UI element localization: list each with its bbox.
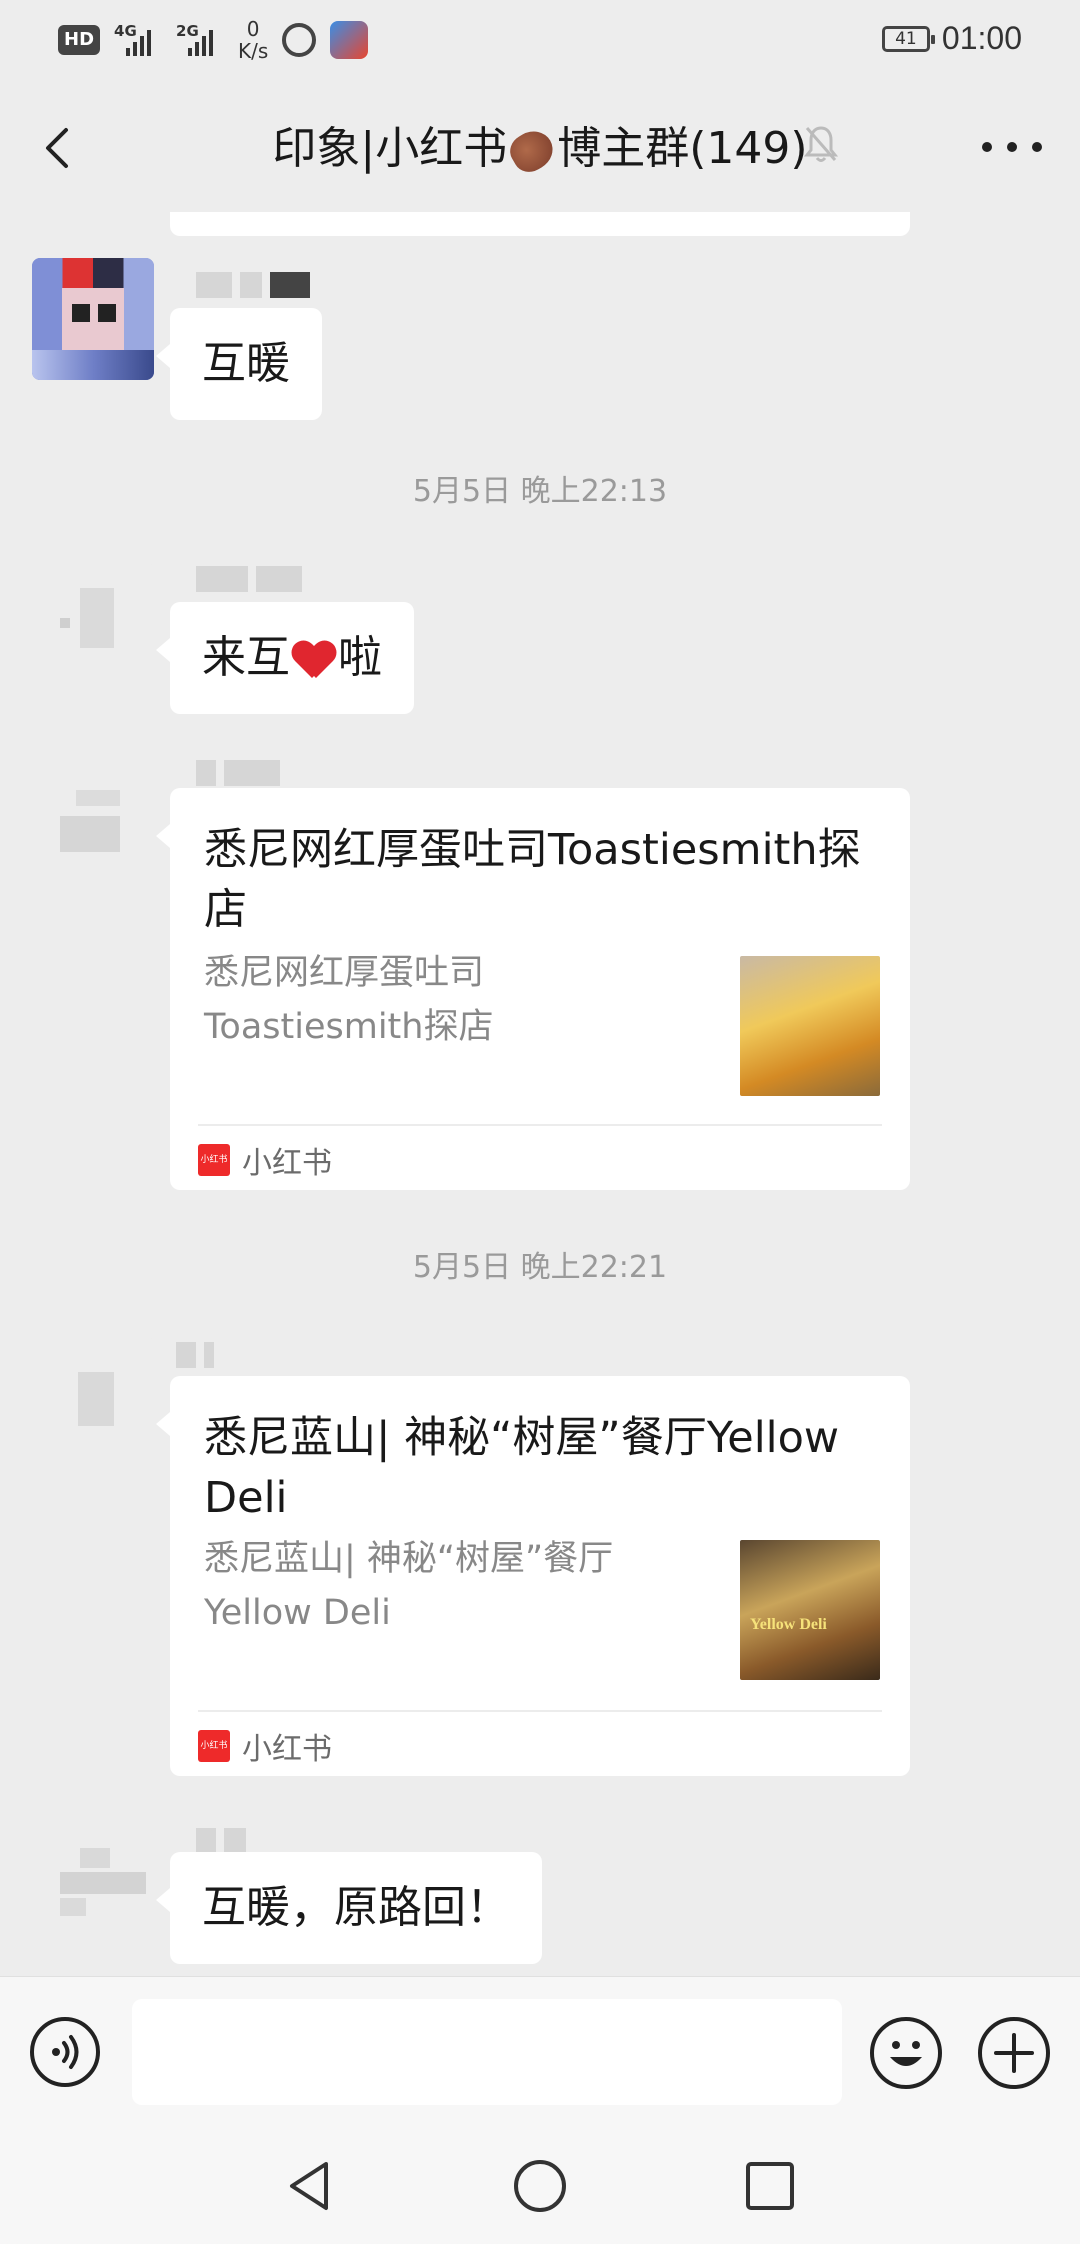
avatar[interactable] [32,258,154,380]
card-thumbnail: Yellow Deli [740,1540,880,1680]
chat-messages[interactable]: 互暖 5月5日 晚上22:13 来互啦 悉尼网红厚蛋吐司Toastiesmith… [0,212,1080,1976]
sweet-potato-emoji [504,124,560,178]
card-source: 小红书 小红书 [198,1138,332,1182]
status-right: 41 01:00 [881,20,1022,57]
status-left: HD 4G 2G 0 K/s [58,17,369,63]
emoji-icon[interactable] [870,2017,942,2089]
nav-home-icon[interactable] [510,2156,570,2216]
avatar[interactable] [32,562,154,684]
status-bar: HD 4G 2G 0 K/s 41 01:00 [0,0,1080,84]
mute-bell-icon [804,126,838,162]
signal-4g-icon: 4G [114,20,162,60]
nav-back-icon[interactable] [280,2156,340,2216]
card-description: 悉尼蓝山| 神秘“树屋”餐厅 Yellow Deli [204,1539,614,1633]
sender-name-redacted [196,272,310,298]
sender-name-redacted [196,566,302,592]
card-divider [198,1124,882,1126]
sender-name-redacted [176,1342,214,1368]
card-divider [198,1710,882,1712]
app-notification-icon [330,21,369,59]
avatar[interactable] [32,1828,154,1950]
voice-input-icon[interactable] [30,2017,100,2087]
timestamp: 5月5日 晚上22:13 [412,474,668,509]
message-bubble[interactable]: 来互啦 [156,602,414,714]
message-bubble[interactable]: 互暖 [156,308,322,420]
clock: 01:00 [941,20,1022,56]
card-source: 小红书 小红书 [198,1724,332,1768]
timestamp: 5月5日 晚上22:21 [412,1250,668,1285]
nav-recents-icon[interactable] [740,2156,800,2216]
card-title: 悉尼蓝山| 神秘“树屋”餐厅Yellow Deli [204,1413,840,1523]
shared-link-card[interactable]: 悉尼蓝山| 神秘“树屋”餐厅Yellow Deli 悉尼蓝山| 神秘“树屋”餐厅… [156,1376,910,1776]
card-thumbnail [740,956,880,1096]
previous-message-bubble [170,212,910,236]
heart-emoji [292,640,336,680]
avatar[interactable] [32,1336,154,1458]
card-description: 悉尼网红厚蛋吐司 Toastiesmith探店 [204,953,494,1047]
more-options-icon[interactable] [982,142,1042,156]
card-title: 悉尼网红厚蛋吐司Toastiesmith探店 [204,825,861,935]
sender-name-redacted [196,1828,246,1854]
network-speed: 0 K/s [238,17,269,63]
xiaohongshu-logo-icon: 小红书 [198,1730,230,1762]
sender-name-redacted [196,760,280,786]
message-input[interactable] [132,1999,842,2105]
avatar[interactable] [32,760,154,882]
chat-header: 印象|小红书 博主群(149) [0,84,1080,212]
input-bar [0,1976,1080,2127]
hand-stop-icon [282,23,317,57]
message-bubble[interactable]: 互暖，原路回！ [156,1852,542,1964]
shared-link-card[interactable]: 悉尼网红厚蛋吐司Toastiesmith探店 悉尼网红厚蛋吐司 Toasties… [156,788,910,1190]
xiaohongshu-logo-icon: 小红书 [198,1144,230,1176]
chat-title: 印象|小红书 博主群(149) [0,122,1080,178]
system-navigation-bar [0,2126,1080,2244]
add-attachment-icon[interactable] [978,2017,1050,2089]
battery-icon: 41 [881,25,935,52]
signal-2g-icon: 2G [176,20,224,60]
hd-badge: HD [58,25,101,55]
